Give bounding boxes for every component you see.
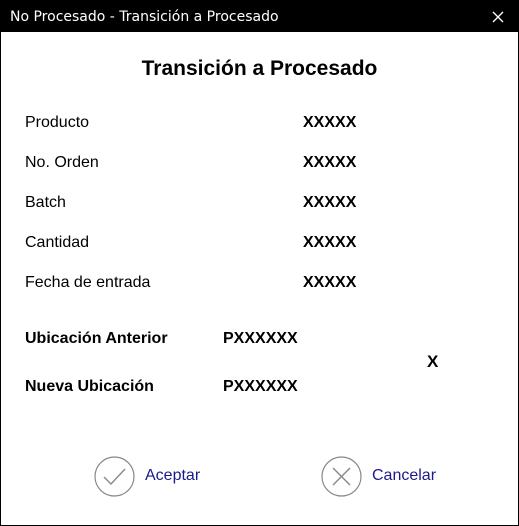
entry-date-value: XXXXX xyxy=(303,274,357,291)
dialog-window: No Procesado - Transición a Procesado Tr… xyxy=(0,0,519,526)
batch-value: XXXXX xyxy=(303,194,357,211)
entry-date-label: Fecha de entrada xyxy=(25,274,151,291)
quantity-label: Cantidad xyxy=(25,234,90,251)
close-button[interactable] xyxy=(478,1,518,32)
title-bar: No Procesado - Transición a Procesado xyxy=(1,1,518,32)
window-title: No Procesado - Transición a Procesado xyxy=(10,9,279,25)
new-location-label: Nueva Ubicación xyxy=(25,378,154,395)
quantity-value: XXXXX xyxy=(303,234,357,251)
product-value: XXXXX xyxy=(303,114,357,131)
accept-label: Aceptar xyxy=(145,467,201,484)
previous-location-value: PXXXXXX xyxy=(223,330,298,347)
product-label: Producto xyxy=(25,114,90,131)
order-number-value: XXXXX xyxy=(303,154,357,171)
x-circle-icon xyxy=(321,455,362,497)
new-location-value: PXXXXXX xyxy=(223,378,298,395)
order-number-label: No. Orden xyxy=(25,154,99,171)
previous-location-label: Ubicación Anterior xyxy=(25,330,168,347)
accept-button[interactable]: Aceptar xyxy=(94,455,200,497)
cancel-button[interactable]: Cancelar xyxy=(321,455,436,497)
batch-label: Batch xyxy=(25,194,66,211)
check-circle-icon xyxy=(94,455,135,497)
clear-location-button[interactable]: X xyxy=(427,352,438,372)
dialog-heading: Transición a Procesado xyxy=(141,57,378,80)
close-icon xyxy=(492,11,504,22)
cancel-label: Cancelar xyxy=(372,467,437,484)
